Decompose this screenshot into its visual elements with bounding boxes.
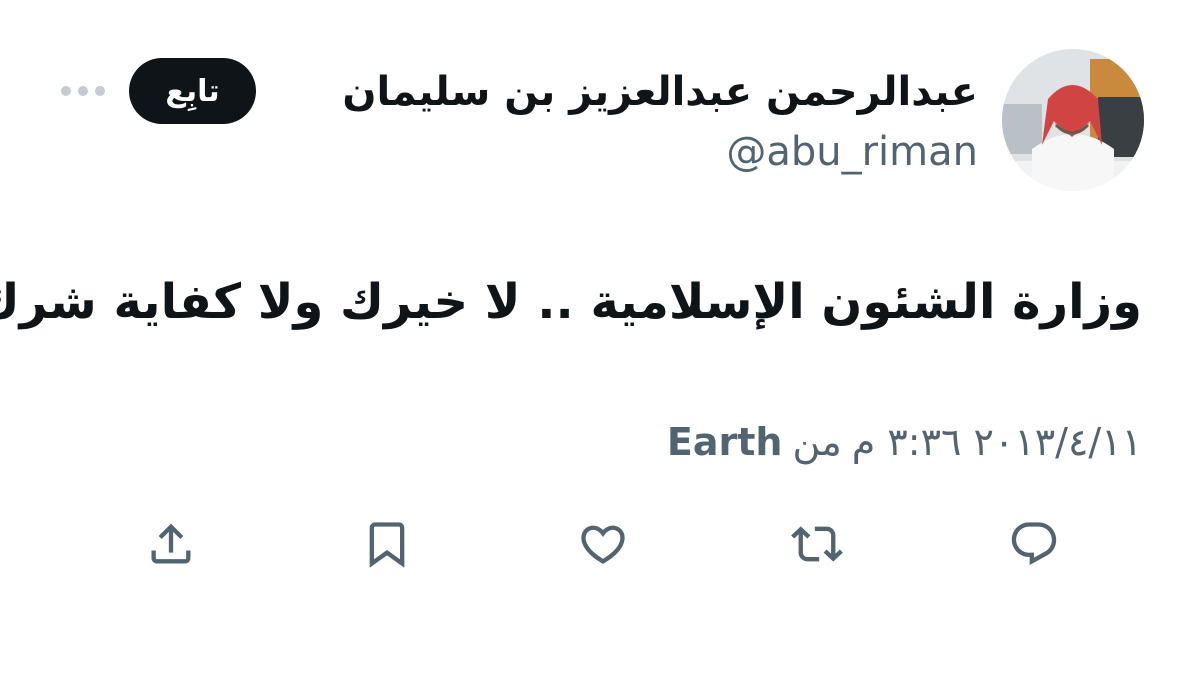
share-button[interactable]	[141, 514, 201, 574]
tweet-card: عبدالرحمن عبدالعزيز بن سليمان @abu_riman…	[0, 0, 1200, 697]
tweet-timestamp[interactable]: ٢٠١٣/٤/١١ ٣:٣٦ م	[852, 416, 1142, 468]
share-icon	[151, 523, 191, 564]
tweet-source[interactable]: Earth	[667, 416, 783, 468]
reply-button[interactable]	[1004, 514, 1064, 574]
reply-icon	[1011, 522, 1057, 566]
avatar[interactable]	[1002, 49, 1144, 191]
like-button[interactable]	[573, 514, 633, 574]
tweet-text: وزارة الشئون الإسلامية .. لا خيرك ولا كف…	[0, 274, 1142, 330]
source-prefix: من	[792, 420, 842, 464]
author-display-name[interactable]: عبدالرحمن عبدالعزيز بن سليمان	[342, 64, 978, 120]
retweet-icon	[791, 526, 843, 562]
more-horizontal-icon[interactable]	[58, 78, 108, 104]
author-handle[interactable]: @abu_riman	[726, 126, 978, 178]
avatar-image	[1002, 49, 1144, 191]
follow-button[interactable]: تابِع	[129, 58, 256, 124]
bookmark-button[interactable]	[357, 514, 417, 574]
heart-icon	[581, 525, 625, 564]
retweet-button[interactable]	[787, 514, 847, 574]
bookmark-icon	[369, 522, 405, 568]
tweet-meta: ٢٠١٣/٤/١١ ٣:٣٦ م من Earth	[667, 416, 1142, 468]
